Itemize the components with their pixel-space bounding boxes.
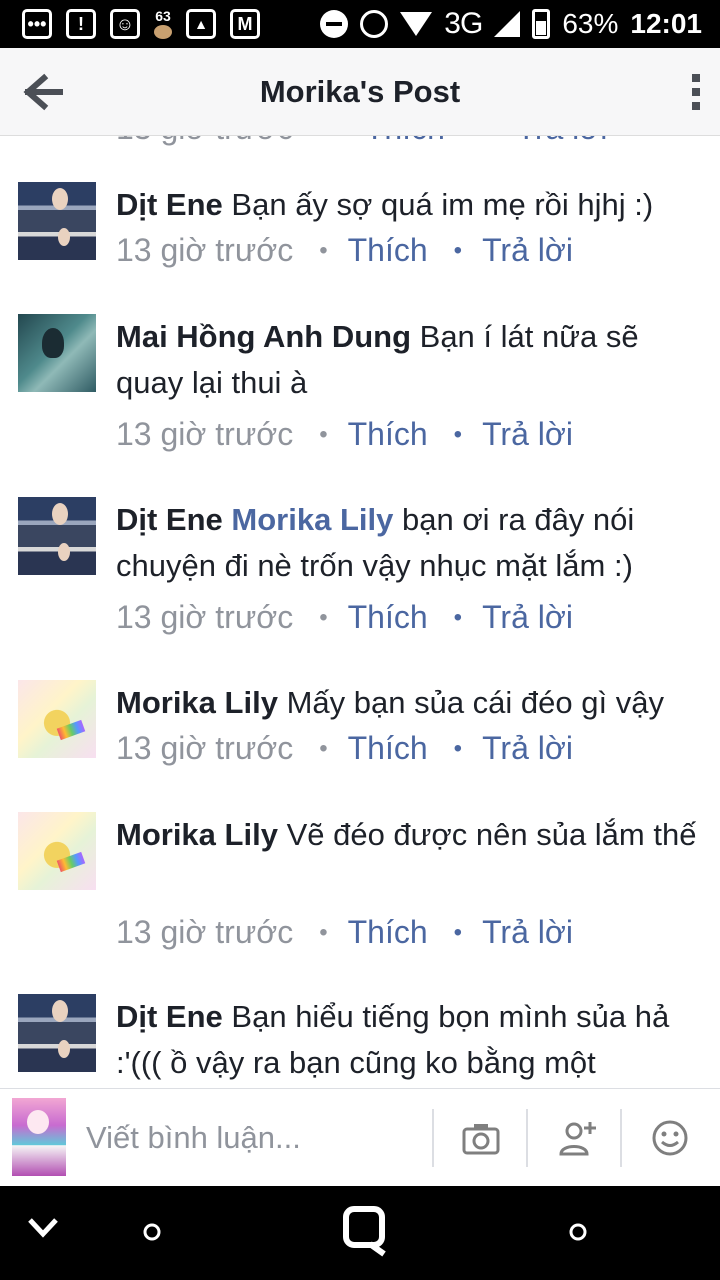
comment-body: Dịt Ene Bạn ấy sợ quá im mẹ rồi hjhj :) bbox=[116, 182, 706, 228]
network-type: 3G bbox=[444, 7, 483, 40]
back-button[interactable] bbox=[22, 72, 66, 112]
comment-body: Morika Lily Mấy bạn sủa cái đéo gì vậy bbox=[116, 680, 706, 726]
battery-percent: 63% bbox=[562, 8, 619, 39]
like-link[interactable]: Thích bbox=[348, 416, 428, 453]
clock: 12:01 bbox=[630, 8, 702, 39]
comment-author[interactable]: Morika Lily bbox=[116, 817, 278, 852]
like-link[interactable]: Thích bbox=[348, 730, 428, 767]
more-dot-icon bbox=[692, 102, 700, 110]
circle-icon bbox=[569, 1223, 587, 1241]
comment-meta: 13 giờ trước • Thích • Trả lời bbox=[116, 232, 573, 269]
emoji-notification-icon: ☺ bbox=[110, 9, 140, 39]
gallery-notification-icon: ▲ bbox=[186, 9, 216, 39]
nav-home-button[interactable] bbox=[340, 1204, 394, 1263]
camera-button[interactable] bbox=[461, 1118, 501, 1158]
circle-icon bbox=[143, 1223, 161, 1241]
avatar[interactable] bbox=[18, 994, 96, 1072]
reply-link[interactable]: Trả lời bbox=[482, 232, 573, 269]
notification-count: 63 bbox=[155, 8, 171, 24]
reply-link[interactable]: Trả lời bbox=[482, 599, 573, 636]
divider bbox=[432, 1109, 434, 1167]
avatar[interactable] bbox=[18, 680, 96, 758]
comment-time: 13 giờ trước bbox=[116, 599, 294, 635]
comment-author[interactable]: Dịt Ene bbox=[116, 999, 223, 1034]
page-title: Morika's Post bbox=[259, 73, 461, 109]
mentioned-user[interactable]: Morika Lily bbox=[231, 502, 393, 537]
comment-body: Mai Hồng Anh Dung Bạn í lát nữa sẽ quay … bbox=[116, 314, 706, 406]
chevron-down-icon bbox=[28, 1218, 58, 1238]
comment-text: Bạn ấy sợ quá im mẹ rồi hjhj :) bbox=[231, 187, 654, 222]
comment-body: Morika Lily Vẽ đéo được nên sủa lắm thế bbox=[116, 812, 706, 858]
comment-time: 13 giờ trước bbox=[116, 914, 294, 950]
comment-composer: Viết bình luận... bbox=[0, 1088, 720, 1186]
comment-time: 13 giờ trước bbox=[116, 416, 294, 452]
comment-meta: 13 giờ trước • Thích • Trả lời bbox=[116, 416, 573, 453]
previous-comment-meta: 13 giờ trước • Thích • Trả lời bbox=[116, 136, 607, 147]
do-not-disturb-icon bbox=[320, 10, 349, 38]
more-options-button[interactable] bbox=[690, 74, 702, 110]
avatar[interactable] bbox=[18, 497, 96, 575]
nav-hide-keyboard-button[interactable] bbox=[26, 1216, 60, 1245]
nav-button[interactable] bbox=[568, 1222, 588, 1247]
reply-link[interactable]: Trả lời bbox=[516, 136, 607, 146]
comment-author[interactable]: Dịt Ene bbox=[116, 502, 223, 537]
comment-text: Vẽ đéo được nên sủa lắm thế bbox=[286, 817, 697, 852]
avatar[interactable] bbox=[18, 812, 96, 890]
reply-link[interactable]: Trả lời bbox=[482, 914, 573, 951]
home-icon bbox=[343, 1206, 386, 1257]
sticker-button[interactable] bbox=[650, 1118, 690, 1158]
add-person-icon bbox=[559, 1122, 596, 1156]
signal-icon bbox=[494, 11, 521, 37]
camera-icon bbox=[462, 1124, 500, 1155]
alarm-icon bbox=[360, 10, 389, 38]
like-link[interactable]: Thích bbox=[348, 599, 428, 636]
wifi-icon bbox=[400, 12, 433, 36]
alert-notification-icon: ! bbox=[66, 9, 96, 39]
post-header: Morika's Post bbox=[0, 48, 720, 136]
like-link[interactable]: Thích bbox=[365, 136, 445, 146]
divider bbox=[526, 1109, 528, 1167]
my-avatar bbox=[12, 1098, 66, 1176]
comment-body: Dịt Ene Morika Lily bạn ơi ra đây nói ch… bbox=[116, 497, 706, 589]
avatar[interactable] bbox=[18, 182, 96, 260]
tag-friend-button[interactable] bbox=[557, 1118, 597, 1158]
comment-meta: 13 giờ trước • Thích • Trả lời bbox=[116, 599, 573, 636]
system-nav-bar bbox=[0, 1186, 720, 1280]
comment-meta: 13 giờ trước • Thích • Trả lời bbox=[116, 730, 573, 767]
like-link[interactable]: Thích bbox=[348, 914, 428, 951]
like-link[interactable]: Thích bbox=[348, 232, 428, 269]
chat-notification-icon: ••• bbox=[22, 9, 52, 39]
reply-link[interactable]: Trả lời bbox=[482, 416, 573, 453]
comment-input[interactable]: Viết bình luận... bbox=[86, 1115, 416, 1161]
battery-icon bbox=[532, 9, 551, 39]
more-dot-icon bbox=[692, 88, 700, 96]
facebook-notification-icon: 63 bbox=[154, 9, 172, 39]
reply-link[interactable]: Trả lời bbox=[482, 730, 573, 767]
comment-meta: 13 giờ trước • Thích • Trả lời bbox=[116, 914, 573, 951]
comment-author[interactable]: Mai Hồng Anh Dung bbox=[116, 319, 411, 354]
smiley-icon bbox=[652, 1120, 688, 1156]
divider bbox=[620, 1109, 622, 1167]
back-arrow-icon bbox=[23, 73, 63, 111]
comment-author[interactable]: Dịt Ene bbox=[116, 187, 223, 222]
comment-list[interactable]: 13 giờ trước • Thích • Trả lời Dịt Ene B… bbox=[0, 136, 720, 1088]
comment-body: Dịt Ene Bạn hiểu tiếng bọn mình sủa hả :… bbox=[116, 994, 706, 1086]
comment-time: 13 giờ trước bbox=[116, 232, 294, 268]
avatar[interactable] bbox=[18, 314, 96, 392]
nav-button[interactable] bbox=[142, 1222, 162, 1247]
comment-text: Mấy bạn sủa cái đéo gì vậy bbox=[286, 685, 664, 720]
more-dot-icon bbox=[692, 74, 700, 82]
comment-time: 13 giờ trước bbox=[116, 730, 294, 766]
gmail-notification-icon: M bbox=[230, 9, 260, 39]
comment-author[interactable]: Morika Lily bbox=[116, 685, 278, 720]
status-bar: ••• ! ☺ 63 ▲ M 3G 63% 12:01 bbox=[0, 0, 720, 48]
